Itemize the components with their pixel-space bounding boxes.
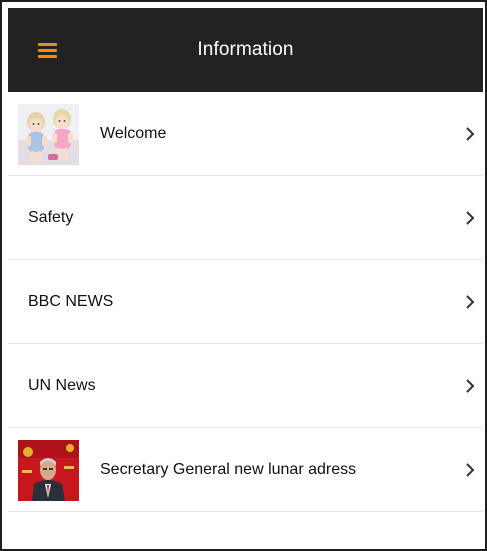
list-item-un-news[interactable]: UN News	[8, 344, 483, 428]
app-frame: Information Welcome Safety BBC NEWS UN N…	[0, 0, 487, 551]
page-title: Information	[197, 39, 294, 60]
list-item-label: Secretary General new lunar adress	[100, 461, 357, 478]
list-item-secretary-general-address[interactable]: Secretary General new lunar adress	[8, 428, 483, 512]
chevron-right-icon	[466, 379, 475, 393]
list-item-safety[interactable]: Safety	[8, 176, 483, 260]
list-item-label: Welcome	[100, 125, 167, 142]
app-bar: Information	[8, 8, 483, 92]
chevron-right-icon	[466, 211, 475, 225]
list-empty-space	[8, 512, 483, 549]
list-item-label: BBC NEWS	[28, 293, 114, 310]
list-item-label: Safety	[28, 209, 74, 226]
chevron-right-icon	[466, 463, 475, 477]
info-list: Welcome Safety BBC NEWS UN News Secretar…	[8, 92, 483, 549]
dolls-thumbnail	[18, 104, 79, 165]
list-item-welcome[interactable]: Welcome	[8, 92, 483, 176]
list-item-label: UN News	[28, 377, 96, 394]
chevron-right-icon	[466, 295, 475, 309]
list-item-bbc-news[interactable]: BBC NEWS	[8, 260, 483, 344]
chevron-right-icon	[466, 127, 475, 141]
speaker-thumbnail	[18, 440, 79, 501]
